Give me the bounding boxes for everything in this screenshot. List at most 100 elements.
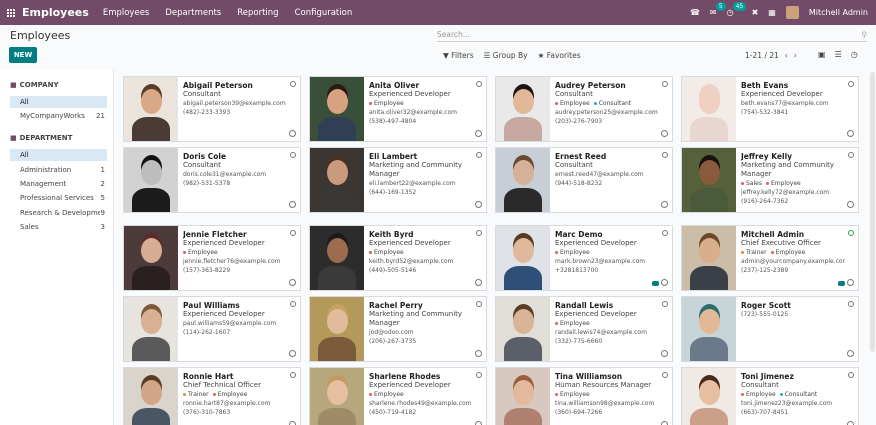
search-icon[interactable]: ⚲ [862,30,868,39]
user-name[interactable]: Mitchell Admin [809,8,868,17]
employee-card[interactable]: Toni Jimenez Consultant Employee Consulta… [681,367,859,425]
new-button[interactable]: NEW [9,47,37,63]
employee-photo[interactable] [496,368,550,425]
employee-photo[interactable] [496,226,550,290]
activity-clock-icon[interactable] [475,201,482,208]
chat-icon[interactable] [838,281,845,286]
employee-phone: (916)-264-7362 [741,198,789,205]
employee-card[interactable]: Rachel Perry Marketing and Community Man… [309,296,487,362]
activity-clock-icon[interactable] [661,350,668,357]
company-item-all[interactable]: All [10,96,107,108]
company-item-mycompanyworks[interactable]: MyCompanyWorks 21 [10,110,107,122]
employee-photo[interactable] [496,77,550,141]
employee-card[interactable]: Jeffrey Kelly Marketing and Community Ma… [681,147,859,213]
menu-departments[interactable]: Departments [165,8,221,18]
employee-photo[interactable] [124,77,178,141]
employee-photo[interactable] [310,77,364,141]
employee-card[interactable]: Mitchell Admin Chief Executive Officer T… [681,225,859,291]
activity-clock-icon[interactable] [847,201,854,208]
groupby-button[interactable]: ☰ Group By [484,51,528,60]
employee-card[interactable]: Eli Lambert Marketing and Community Mana… [309,147,487,213]
employee-photo[interactable] [124,148,178,212]
menu-reporting[interactable]: Reporting [237,8,278,18]
employee-photo[interactable] [682,368,736,425]
employee-photo[interactable] [124,297,178,361]
activity-clock-icon[interactable] [475,350,482,357]
employee-phone: (114)-262-1607 [183,329,231,336]
employee-photo[interactable] [682,226,736,290]
employee-card[interactable]: Randall Lewis Experienced Developer Empl… [495,296,673,362]
activity-clock-icon[interactable] [289,279,296,286]
activity-clock-icon[interactable] [475,130,482,137]
activity-clock-icon[interactable] [661,279,668,286]
employee-photo[interactable] [310,148,364,212]
activity-clock-icon[interactable] [289,130,296,137]
list-view-icon[interactable]: ☰ [835,50,842,59]
employee-photo[interactable] [682,148,736,212]
menu-employees[interactable]: Employees [103,8,150,18]
employee-photo[interactable] [310,297,364,361]
employee-card[interactable]: Abigail Peterson Consultant abigail.pete… [123,76,301,142]
activity-clock-icon[interactable] [661,201,668,208]
activity-clock-icon[interactable] [289,201,296,208]
tools-icon[interactable]: ✖ [752,8,759,17]
chat-icon[interactable]: ✉ 5 [710,2,726,17]
app-name[interactable]: Employees [22,6,89,19]
employee-card[interactable]: Paul Williams Experienced Developer paul… [123,296,301,362]
employee-card[interactable]: Beth Evans Experienced Developer beth.ev… [681,76,859,142]
employee-photo[interactable] [124,226,178,290]
favorites-button[interactable]: ★ Favorites [538,51,581,60]
employee-photo[interactable] [496,148,550,212]
pager-next-icon[interactable]: › [794,51,797,60]
activity-clock-icon[interactable] [289,350,296,357]
activity-clock-icon[interactable] [847,421,854,425]
employee-photo[interactable] [310,368,364,425]
employee-card[interactable]: Keith Byrd Experienced Developer Employe… [309,225,487,291]
dept-item-management[interactable]: Management 2 [10,178,107,190]
employee-card[interactable]: Jennie Fletcher Experienced Developer Em… [123,225,301,291]
employee-job: Experienced Developer [555,310,637,318]
activity-clock-icon[interactable] [661,421,668,425]
employee-card[interactable]: Sharlene Rhodes Experienced Developer Em… [309,367,487,425]
activity-view-icon[interactable]: ◷ [851,50,858,59]
activity-clock-icon[interactable] [661,130,668,137]
employee-card[interactable]: Marc Demo Experienced Developer Employee… [495,225,673,291]
filters-button[interactable]: ▼ Filters [443,51,474,60]
activity-clock-icon[interactable] [475,421,482,425]
dept-item-research-development[interactable]: ▸ Research & Development 9 [10,207,107,219]
activity-clock-icon[interactable] [475,279,482,286]
employee-photo[interactable] [682,77,736,141]
scrollbar[interactable] [870,72,875,352]
employee-card[interactable]: Doris Cole Consultant doris.cole31@examp… [123,147,301,213]
employee-card[interactable]: Ernest Reed Consultant ernest.reed47@exa… [495,147,673,213]
activity-clock-icon[interactable] [847,130,854,137]
dept-item-sales[interactable]: Sales 3 [10,221,107,233]
employee-photo[interactable] [682,297,736,361]
presence-status-icon [848,301,854,307]
apps-menu-icon[interactable] [0,8,22,17]
employee-card[interactable]: Anita Oliver Experienced Developer Emplo… [309,76,487,142]
activity-clock-icon[interactable] [847,350,854,357]
dept-item-professional-services[interactable]: Professional Services 5 [10,192,107,204]
menu-configuration[interactable]: Configuration [295,8,353,18]
phone-icon[interactable]: ☎ [690,8,700,17]
pager-value[interactable]: 1-21 / 21 [745,51,779,60]
employee-card[interactable]: Tina Williamson Human Resources Manager … [495,367,673,425]
dept-item-administration[interactable]: Administration 1 [10,164,107,176]
employee-card[interactable]: Ronnie Hart Chief Technical Officer Trai… [123,367,301,425]
activity-icon[interactable]: ◷ 45 [727,2,747,17]
dept-item-all[interactable]: All [10,149,107,161]
user-avatar[interactable] [785,6,799,19]
employee-photo[interactable] [496,297,550,361]
pager-prev-icon[interactable]: ‹ [785,51,788,60]
company-icon[interactable]: ▦ [768,8,776,17]
employee-card[interactable]: Roger Scott (723)-555-0125 [681,296,859,362]
chat-icon[interactable] [652,281,659,286]
activity-clock-icon[interactable] [289,421,296,425]
activity-clock-icon[interactable] [847,279,854,286]
employee-card[interactable]: Audrey Peterson Consultant Employee Consu… [495,76,673,142]
search-input[interactable]: Search... ⚲ [437,27,867,42]
employee-photo[interactable] [310,226,364,290]
employee-photo[interactable] [124,368,178,425]
kanban-view-icon[interactable]: ▣ [818,50,826,59]
